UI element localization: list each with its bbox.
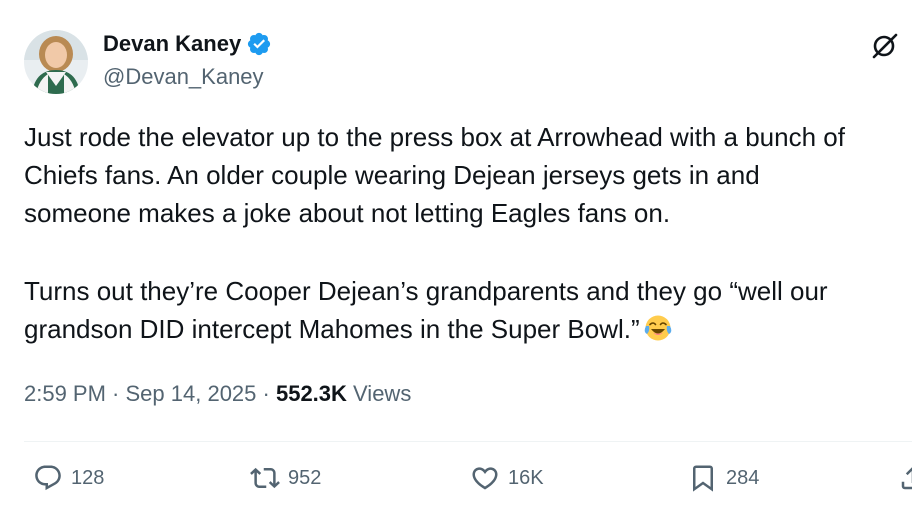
views-label: Views xyxy=(346,381,412,406)
retweet-icon xyxy=(250,467,280,489)
tweet-line: someone makes a joke about not letting E… xyxy=(24,198,671,228)
tweet-line: Turns out they’re Cooper Dejean’s grandp… xyxy=(24,276,828,306)
reply-button[interactable]: 128 xyxy=(33,463,104,493)
tweet-line: Chiefs fans. An older couple wearing Dej… xyxy=(24,160,760,190)
grok-icon[interactable] xyxy=(870,31,900,61)
retweet-count: 952 xyxy=(288,466,322,489)
tweet-meta: 2:59 PM · Sep 14, 2025 · 552.3K Views xyxy=(24,381,411,407)
author-name-row[interactable]: Devan Kaney xyxy=(103,31,272,57)
tweet-line: Just rode the elevator up to the press b… xyxy=(24,122,845,152)
face-with-tears-of-joy-icon xyxy=(644,314,672,342)
author-handle[interactable]: @Devan_Kaney xyxy=(103,64,264,90)
divider xyxy=(24,441,912,442)
tweet-line-text: grandson DID intercept Mahomes in the Su… xyxy=(24,314,640,344)
meta-separator: · xyxy=(256,381,276,406)
author-display-name[interactable]: Devan Kaney xyxy=(103,31,241,57)
like-button[interactable]: 16K xyxy=(470,463,544,493)
tweet-date[interactable]: Sep 14, 2025 xyxy=(126,381,257,406)
like-count: 16K xyxy=(508,466,544,489)
tweet-text: Just rode the elevator up to the press b… xyxy=(24,118,912,348)
tweet-time[interactable]: 2:59 PM xyxy=(24,381,106,406)
bookmark-button[interactable]: 284 xyxy=(688,463,759,493)
share-icon xyxy=(901,467,912,490)
heart-icon xyxy=(472,467,498,490)
bookmark-count: 284 xyxy=(726,466,760,489)
avatar[interactable] xyxy=(24,30,88,94)
share-button[interactable] xyxy=(898,463,912,493)
reply-count: 128 xyxy=(71,466,105,489)
meta-separator: · xyxy=(105,381,126,406)
bookmark-icon xyxy=(693,465,713,492)
verified-badge-icon[interactable] xyxy=(246,31,272,57)
views-count: 552.3K xyxy=(275,381,347,406)
reply-icon xyxy=(35,465,61,491)
retweet-button[interactable]: 952 xyxy=(250,463,321,493)
tweet-line-last: grandson DID intercept Mahomes in the Su… xyxy=(24,310,912,348)
